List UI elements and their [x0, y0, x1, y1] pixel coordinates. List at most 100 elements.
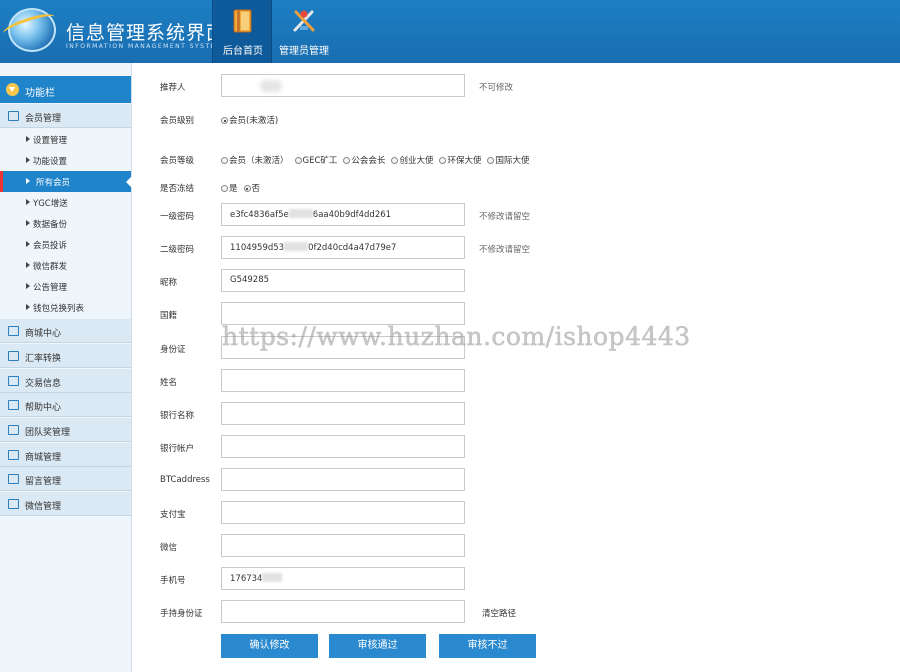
nav-home[interactable]: 后台首页	[212, 0, 272, 63]
sidebar-function-bar[interactable]: 功能栏	[0, 76, 131, 103]
pwd2-value: 1104959d53	[230, 243, 285, 253]
caret-right-icon	[26, 220, 30, 226]
member-grade-radio[interactable]: GEC矿工	[294, 154, 337, 166]
radio-label: 环保大使	[447, 156, 482, 166]
alipay-field[interactable]	[221, 501, 465, 524]
caret-right-icon	[26, 283, 30, 289]
sidebar-item-settings[interactable]: 设置管理	[0, 129, 131, 150]
radio-icon	[294, 157, 302, 164]
pwd1-value-tail: 6aa40b9df4dd261	[312, 210, 392, 220]
referrer-field[interactable]	[221, 74, 465, 97]
sidebar-group-label: 留言管理	[25, 477, 62, 487]
sidebar-item-label: 微信群发	[33, 262, 68, 272]
radio-label: 公会会长	[351, 156, 386, 166]
radio-icon	[343, 157, 351, 164]
member-grade-group: 会员（未激活） GEC矿工 公会会长 创业大使 环保大使 国际大使	[221, 154, 535, 166]
pwd2-field[interactable]: 1104959d53 0f2d40cd4a47d79e7	[221, 236, 465, 259]
member-rank-label: 会员级别	[160, 116, 195, 126]
sidebar-item-label: YGC增送	[33, 199, 68, 209]
sidebar-item-label: 公告管理	[33, 283, 68, 293]
sidebar-group-label: 会员管理	[25, 114, 62, 124]
handheld-id-field[interactable]	[221, 600, 465, 623]
radio-checked-icon	[221, 117, 228, 124]
caret-right-icon	[26, 178, 30, 184]
phone-field[interactable]: 176734	[221, 567, 465, 590]
member-rank-radio[interactable]: 会员(未激活)	[221, 114, 278, 126]
sidebar-item-wallet-exchange[interactable]: 钱包兑换列表	[0, 297, 131, 318]
sidebar-item-backup[interactable]: 数据备份	[0, 213, 131, 234]
top-header: 信息管理系统界面 INFORMATION MANAGEMENT SYSTEM G…	[0, 0, 900, 63]
radio-icon	[221, 157, 228, 164]
sidebar-group-mall-center[interactable]: 商城中心	[0, 319, 131, 343]
sidebar-item-label: 设置管理	[33, 136, 68, 146]
sidebar-item-label: 钱包兑换列表	[33, 304, 85, 314]
edit-icon	[8, 400, 19, 410]
bank-account-label: 银行帐户	[160, 444, 195, 454]
btc-address-field[interactable]	[221, 468, 465, 491]
reject-button[interactable]: 审核不过	[439, 634, 536, 658]
chat-icon	[8, 499, 19, 509]
expand-down-icon	[6, 83, 19, 96]
nav-admin[interactable]: 管理员管理	[274, 0, 334, 63]
wechat-label: 微信	[160, 543, 178, 553]
pwd1-field[interactable]: e3fc4836af5e 6aa40b9df4dd261	[221, 203, 465, 226]
frozen-no-radio[interactable]: 否	[243, 182, 260, 194]
sidebar-group-help[interactable]: 帮助中心	[0, 393, 131, 417]
sidebar-group-member[interactable]: 会员管理	[0, 104, 131, 128]
nickname-label: 昵称	[160, 278, 178, 288]
sidebar-group-label: 帮助中心	[25, 403, 62, 413]
sidebar-item-function-settings[interactable]: 功能设置	[0, 150, 131, 171]
bank-name-field[interactable]	[221, 402, 465, 425]
wechat-field[interactable]	[221, 534, 465, 557]
radio-icon	[221, 185, 228, 192]
name-field[interactable]	[221, 369, 465, 392]
sidebar-item-label: 数据备份	[33, 220, 68, 230]
sidebar-item-announcements[interactable]: 公告管理	[0, 276, 131, 297]
caret-right-icon	[26, 262, 30, 268]
sidebar-group-team-bonus[interactable]: 团队奖管理	[0, 418, 131, 442]
phone-label: 手机号	[160, 576, 186, 586]
sidebar-group-mall-manage[interactable]: 商城管理	[0, 443, 131, 467]
redaction-blur	[260, 80, 282, 92]
referrer-label: 推荐人	[160, 83, 186, 93]
redaction-blur	[262, 573, 283, 582]
approve-button[interactable]: 审核通过	[329, 634, 426, 658]
sidebar-function-bar-label: 功能栏	[25, 88, 55, 99]
redaction-blur	[284, 242, 309, 251]
pwd1-value: e3fc4836af5e	[230, 210, 289, 220]
edit-icon	[8, 474, 19, 484]
clear-path-link[interactable]: 清空路径	[482, 607, 516, 619]
sidebar-group-exchange-rate[interactable]: 汇率转换	[0, 344, 131, 368]
nickname-field[interactable]: G549285	[221, 269, 465, 292]
sidebar-item-label: 会员投诉	[33, 241, 68, 251]
member-grade-radio[interactable]: 环保大使	[439, 154, 481, 166]
phone-value: 176734	[230, 574, 263, 584]
member-grade-radio[interactable]: 国际大使	[487, 154, 529, 166]
sidebar-item-complaints[interactable]: 会员投诉	[0, 234, 131, 255]
alipay-label: 支付宝	[160, 510, 186, 520]
name-label: 姓名	[160, 378, 178, 388]
sidebar-group-trade-info[interactable]: 交易信息	[0, 369, 131, 393]
radio-checked-icon	[243, 185, 251, 192]
nationality-label: 国籍	[160, 311, 178, 321]
member-grade-radio[interactable]: 创业大使	[391, 154, 433, 166]
sidebar-group-messages[interactable]: 留言管理	[0, 467, 131, 491]
confirm-edit-button[interactable]: 确认修改	[221, 634, 318, 658]
bank-name-label: 银行名称	[160, 411, 195, 421]
list-icon	[8, 376, 19, 386]
sidebar-item-all-members[interactable]: 所有会员	[0, 171, 132, 192]
member-grade-radio[interactable]: 公会会长	[343, 154, 385, 166]
caret-right-icon	[26, 241, 30, 247]
sidebar-item-wechat-broadcast[interactable]: 微信群发	[0, 255, 131, 276]
bank-account-field[interactable]	[221, 435, 465, 458]
radio-label: 是	[229, 184, 238, 194]
pwd2-hint: 不修改请留空	[479, 245, 531, 255]
sidebar-item-ygc[interactable]: YGC增送	[0, 192, 131, 213]
pwd1-label: 一级密码	[160, 212, 195, 222]
sidebar-group-wechat[interactable]: 微信管理	[0, 492, 131, 516]
sidebar-item-label: 功能设置	[33, 157, 68, 167]
member-grade-radio[interactable]: 会员（未激活）	[221, 154, 289, 166]
sidebar-group-label: 商城中心	[25, 329, 62, 339]
chat-icon	[8, 351, 19, 361]
frozen-yes-radio[interactable]: 是	[221, 182, 238, 194]
